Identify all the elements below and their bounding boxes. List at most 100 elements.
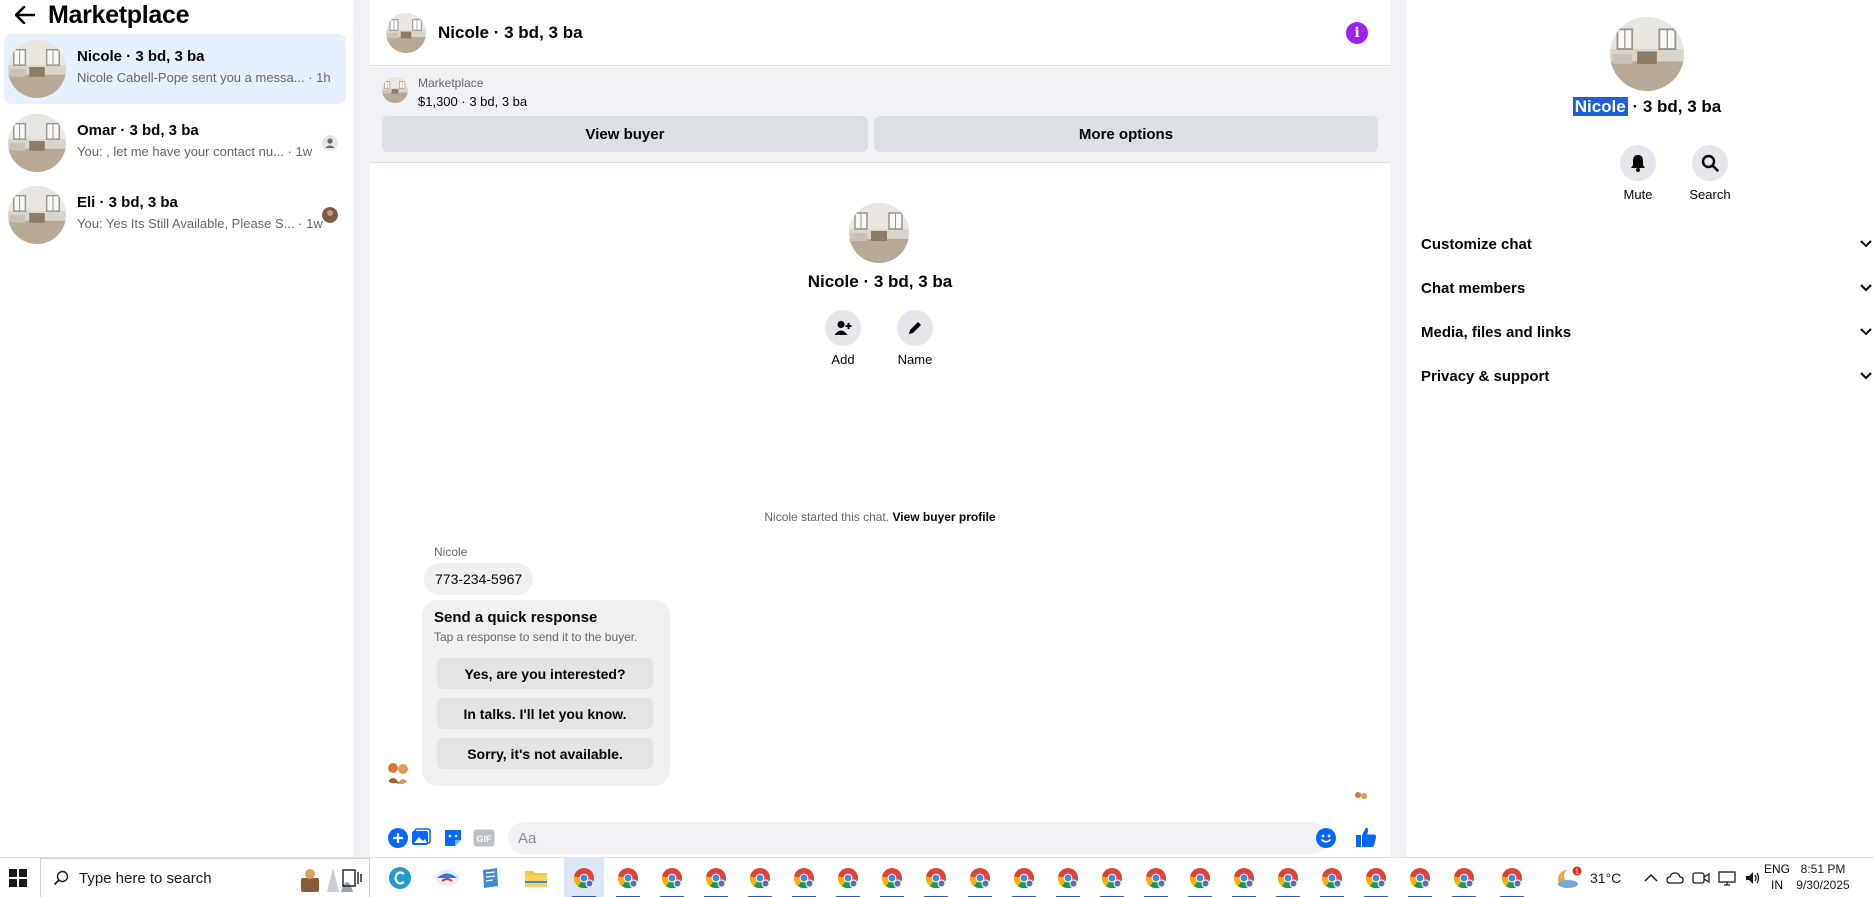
message-composer: GIF: [370, 818, 1390, 858]
cloud-sync-icon[interactable]: [1666, 870, 1684, 886]
quick-response-option[interactable]: Yes, are you interested?: [437, 658, 653, 689]
chrome-app-icon[interactable]: [960, 858, 1000, 897]
chrome-app-active[interactable]: [564, 858, 604, 897]
section-customize-chat[interactable]: Customize chat: [1421, 227, 1872, 261]
section-chat-members[interactable]: Chat members: [1421, 271, 1872, 305]
chat-header-avatar[interactable]: [386, 13, 426, 53]
section-media-files-links[interactable]: Media, files and links: [1421, 315, 1872, 349]
message-input[interactable]: [508, 822, 1328, 854]
chat-header: Nicole · 3 bd, 3 ba i: [370, 0, 1390, 66]
chrome-app-icon[interactable]: [652, 858, 692, 897]
conversation-item-nicole[interactable]: Nicole · 3 bd, 3 ba Nicole Cabell-Pope s…: [4, 34, 346, 104]
chrome-app-icon[interactable]: [784, 858, 824, 897]
chat-info-panel: Nicole · 3 bd, 3 ba Mute Search Customiz…: [1406, 0, 1874, 857]
conversation-avatar: [8, 186, 66, 244]
name-chat-button[interactable]: Name: [885, 310, 945, 367]
mail-app-icon[interactable]: [427, 858, 467, 897]
read-receipt-icon: [322, 135, 338, 151]
system-tray: [1644, 858, 1762, 897]
chrome-app-icon[interactable]: [696, 858, 736, 897]
chrome-app-icon[interactable]: [740, 858, 780, 897]
message-sender-name: Nicole: [434, 545, 468, 559]
profile-name-rest: · 3 bd, 3 ba: [1627, 97, 1722, 116]
read-receipt-avatar: [322, 207, 338, 223]
network-icon[interactable]: [1718, 870, 1736, 886]
chrome-app-icon[interactable]: [1004, 858, 1044, 897]
quick-response-option[interactable]: Sorry, it's not available.: [437, 738, 653, 769]
search-label: Search: [1689, 187, 1731, 202]
seen-receipt-avatar: [1353, 789, 1369, 805]
view-buyer-profile-link[interactable]: View buyer profile: [892, 510, 995, 524]
chrome-app-icon[interactable]: [872, 858, 912, 897]
conversation-preview: Nicole Cabell-Pope sent you a messa... ·…: [77, 70, 331, 85]
chrome-app-icon[interactable]: [608, 858, 648, 897]
sticker-icon[interactable]: [442, 827, 464, 849]
chrome-app-icon[interactable]: [1224, 858, 1264, 897]
chat-started-text: Nicole started this chat.: [764, 510, 890, 524]
chrome-app-icon[interactable]: [1444, 858, 1484, 897]
add-people-button[interactable]: Add: [813, 310, 873, 367]
taskbar-search-box[interactable]: Type here to search: [40, 858, 370, 897]
taskbar-clock[interactable]: 8:51 PM 9/30/2025: [1778, 861, 1868, 893]
chrome-app-icon[interactable]: [1136, 858, 1176, 897]
chrome-app-icon[interactable]: [1400, 858, 1440, 897]
back-arrow-icon[interactable]: [12, 2, 38, 28]
notes-app-icon[interactable]: [470, 858, 510, 897]
conversation-name: Nicole · 3 bd, 3 ba: [77, 48, 205, 65]
weather-temperature: 31°C: [1590, 870, 1622, 886]
chrome-app-icon[interactable]: [916, 858, 956, 897]
section-label: Chat members: [1421, 279, 1526, 297]
message-bubble[interactable]: 773-234-5967: [424, 563, 534, 595]
canva-app-icon[interactable]: [380, 858, 420, 897]
info-icon[interactable]: i: [1346, 22, 1368, 44]
listing-price[interactable]: $1,300 · 3 bd, 3 ba: [418, 94, 527, 109]
meet-now-icon[interactable]: [1692, 870, 1710, 886]
clock-date: 9/30/2025: [1796, 878, 1850, 892]
section-label: Customize chat: [1421, 235, 1532, 253]
search-icon: [1692, 145, 1728, 181]
quick-response-subtitle: Tap a response to send it to the buyer.: [434, 630, 638, 644]
quick-response-card: Send a quick response Tap a response to …: [422, 600, 670, 786]
chrome-app-icon[interactable]: [1180, 858, 1220, 897]
conversation-name: Eli · 3 bd, 3 ba: [77, 194, 178, 211]
conversation-item-omar[interactable]: Omar · 3 bd, 3 ba You: , let me have you…: [4, 108, 346, 178]
photo-icon[interactable]: [410, 827, 432, 849]
chrome-app-icon[interactable]: [1092, 858, 1132, 897]
task-view-icon[interactable]: [332, 858, 372, 897]
sidebar-title: Marketplace: [48, 0, 190, 29]
add-person-icon: [825, 310, 861, 346]
chrome-app-icon[interactable]: [828, 858, 868, 897]
section-label: Media, files and links: [1421, 323, 1572, 341]
windows-start-icon[interactable]: [0, 858, 35, 897]
search-icon: [53, 870, 69, 886]
quick-response-option[interactable]: In talks. I'll let you know.: [437, 698, 653, 729]
chrome-app-icon[interactable]: [1356, 858, 1396, 897]
pencil-icon: [897, 310, 933, 346]
volume-icon[interactable]: [1744, 870, 1762, 886]
chat-header-name[interactable]: Nicole · 3 bd, 3 ba: [438, 23, 583, 43]
conversation-item-eli[interactable]: Eli · 3 bd, 3 ba You: Yes Its Still Avai…: [4, 180, 346, 250]
section-privacy-support[interactable]: Privacy & support: [1421, 359, 1872, 393]
weather-widget[interactable]: 1 31°C: [1556, 858, 1621, 897]
chevron-down-icon: [1860, 240, 1872, 248]
intro-avatar: [849, 203, 909, 263]
file-explorer-icon[interactable]: [516, 858, 556, 897]
profile-avatar[interactable]: [1610, 17, 1684, 91]
chrome-app-icon[interactable]: [1048, 858, 1088, 897]
chevron-up-icon[interactable]: [1644, 873, 1658, 883]
mute-button[interactable]: Mute: [1608, 145, 1668, 202]
section-label: Privacy & support: [1421, 367, 1550, 385]
chrome-app-icon[interactable]: [1312, 858, 1352, 897]
marketplace-listing-bar: Marketplace $1,300 · 3 bd, 3 ba View buy…: [370, 67, 1390, 163]
more-options-button[interactable]: More options: [874, 116, 1378, 152]
gif-icon[interactable]: GIF: [473, 827, 495, 849]
plus-circle-icon[interactable]: [387, 827, 409, 849]
view-buyer-button[interactable]: View buyer: [382, 116, 868, 152]
listing-thumbnail[interactable]: [382, 77, 408, 103]
chrome-app-icon[interactable]: [1268, 858, 1308, 897]
like-thumb-icon[interactable]: [1355, 826, 1377, 848]
weather-alert-badge: 1: [1575, 869, 1579, 876]
emoji-icon[interactable]: [1315, 827, 1337, 849]
search-in-chat-button[interactable]: Search: [1680, 145, 1740, 202]
chrome-app-icon[interactable]: [1492, 858, 1532, 897]
